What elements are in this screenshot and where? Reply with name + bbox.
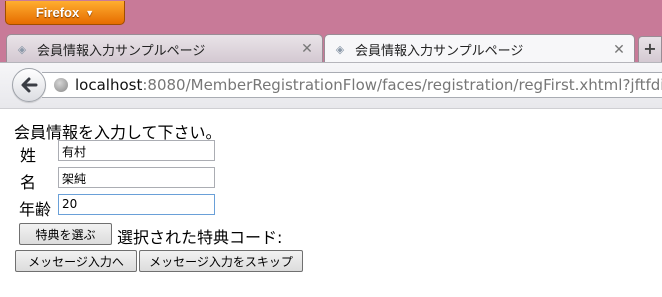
to-message-button[interactable]: メッセージ入力へ <box>15 250 137 272</box>
age-input[interactable]: 20 <box>58 194 215 215</box>
first-name-input[interactable]: 架純 <box>58 167 215 188</box>
url-host: localhost <box>75 76 143 94</box>
new-tab-button[interactable]: + <box>638 36 662 63</box>
last-name-input[interactable]: 有村 <box>58 140 215 161</box>
skip-message-button[interactable]: メッセージ入力をスキップ <box>139 250 303 272</box>
globe-icon <box>54 78 68 92</box>
chevron-down-icon: ▼ <box>85 7 95 18</box>
tab-title: 会員情報入力サンプルページ <box>37 43 206 59</box>
close-icon[interactable]: ✕ <box>300 41 314 57</box>
tab-1[interactable]: ◈ 会員情報入力サンプルページ ✕ <box>6 34 323 63</box>
tab-strip: ◈ 会員情報入力サンプルページ ✕ ◈ 会員情報入力サンプルページ ✕ + <box>0 31 662 64</box>
age-label: 年齢 <box>19 200 52 219</box>
tab-title: 会員情報入力サンプルページ <box>355 44 524 59</box>
navigation-bar: localhost:8080/MemberRegistrationFlow/fa… <box>0 62 662 108</box>
page-icon: ◈ <box>335 43 345 56</box>
url-path: :8080/MemberRegistrationFlow/faces/regis… <box>142 76 662 94</box>
first-name-label: 名 <box>20 173 37 192</box>
selected-code-label: 選択された特典コード: <box>117 228 283 247</box>
choose-benefit-button[interactable]: 特典を選ぶ <box>19 223 112 245</box>
page-content: 会員情報を入力して下さい。 姓 有村 名 架純 年齢 20 特典を選ぶ 選択され… <box>0 108 662 297</box>
back-arrow-icon <box>21 77 38 93</box>
firefox-menu-label: Firefox <box>35 5 80 20</box>
firefox-menu-button[interactable]: Firefox ▼ <box>5 1 125 25</box>
close-icon[interactable]: ✕ <box>612 42 626 58</box>
back-button[interactable] <box>12 68 46 102</box>
url-bar[interactable]: localhost:8080/MemberRegistrationFlow/fa… <box>42 72 662 98</box>
last-name-label: 姓 <box>20 146 37 165</box>
tab-2-active[interactable]: ◈ 会員情報入力サンプルページ ✕ <box>324 34 635 64</box>
page-icon: ◈ <box>17 42 27 56</box>
